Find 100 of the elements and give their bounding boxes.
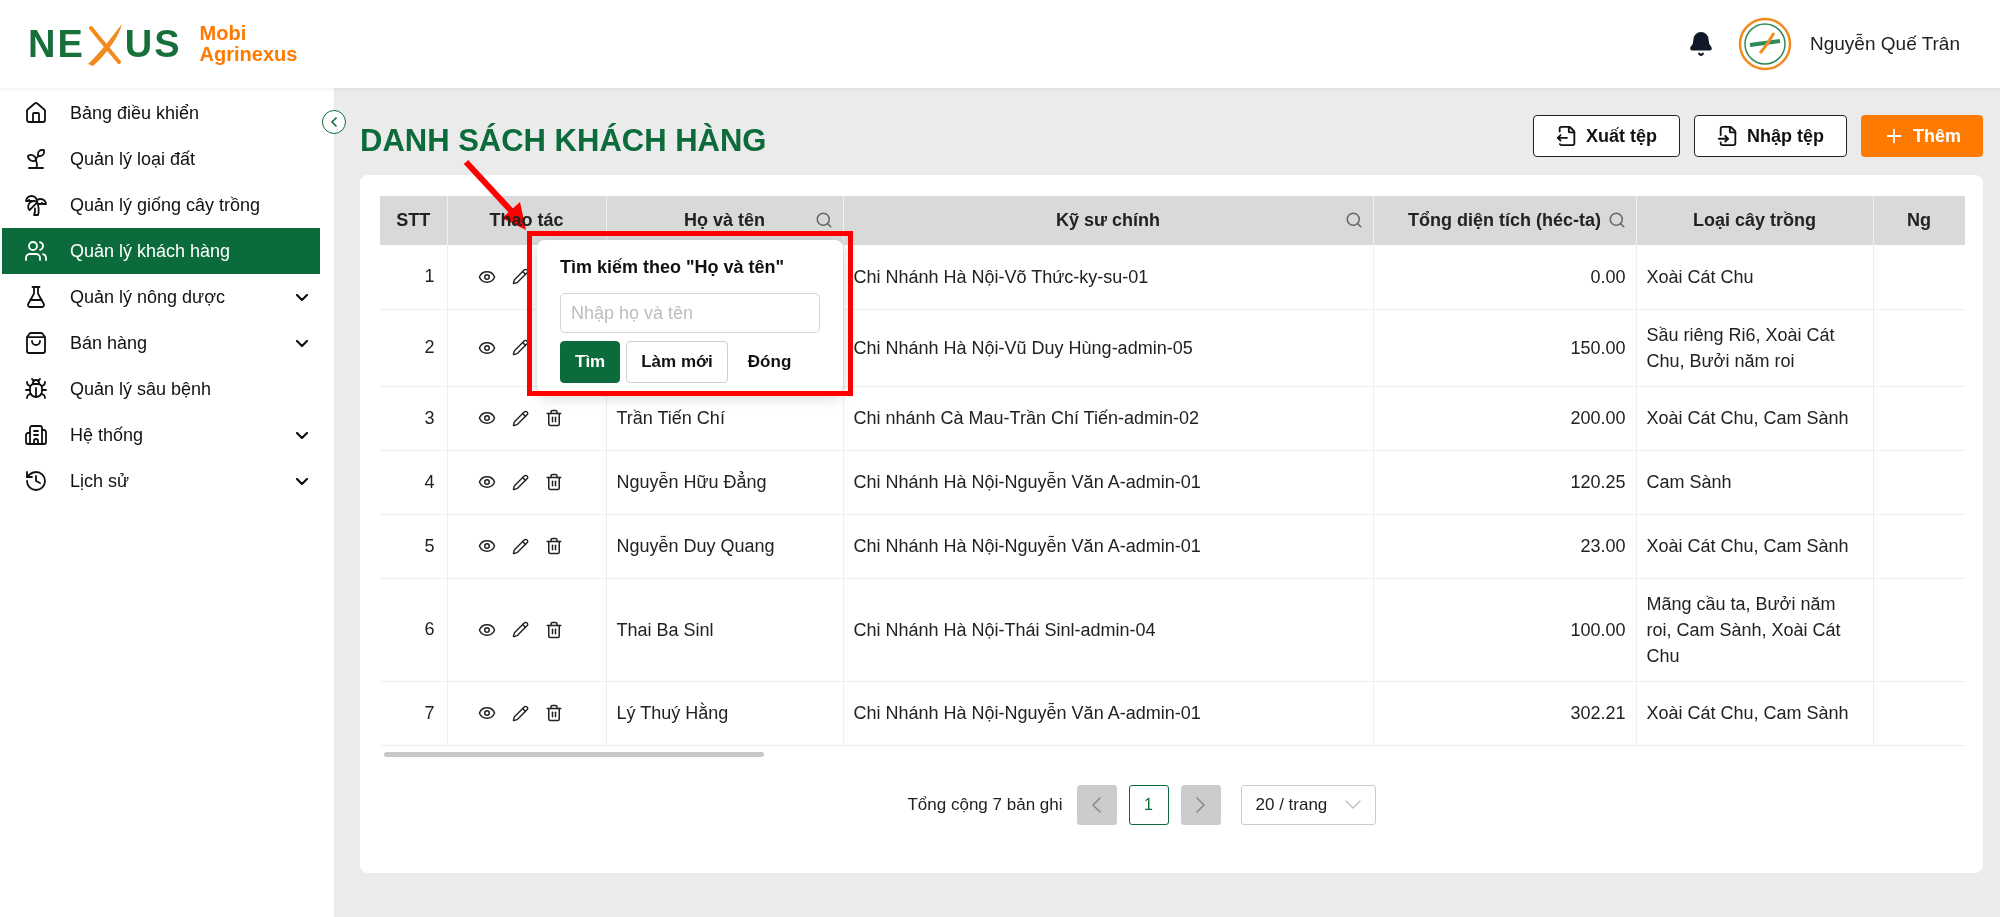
sidebar-item[interactable]: Quản lý khách hàng [2, 228, 320, 274]
table-cell: 1 [380, 245, 447, 309]
trash-icon[interactable] [544, 473, 563, 491]
sidebar-item[interactable]: Hệ thống [2, 412, 320, 458]
file-export-icon [1555, 125, 1578, 147]
collapse-sidebar-button[interactable] [322, 110, 346, 134]
chevron-right-icon [1196, 796, 1205, 813]
table-cell: 4 [380, 450, 447, 514]
notification-bell-icon[interactable] [1688, 31, 1714, 57]
table-cell: Nguyễn Hữu Đẳng [606, 450, 843, 514]
table-cell: 2 [380, 309, 447, 386]
table-cell: Chi nhánh Cà Mau-Trần Chí Tiến-admin-02 [843, 386, 1373, 450]
file-import-icon [1716, 125, 1739, 147]
page-title: DANH SÁCH KHÁCH HÀNG [360, 121, 767, 160]
name-search-field[interactable]: Nhập họ và tên [560, 293, 820, 333]
eye-icon[interactable] [477, 473, 496, 491]
table-cell: Xoài Cát Chu, Cam Sành [1636, 681, 1873, 745]
chevron-down-icon [296, 477, 308, 485]
eye-icon[interactable] [477, 537, 496, 555]
bag-icon [24, 331, 48, 355]
table-cell: 302.21 [1373, 681, 1636, 745]
pencil-icon[interactable] [511, 473, 529, 491]
table-cell: Mãng cầu ta, Bưởi năm roi, Cam Sành, Xoài Cát Chu [1636, 578, 1873, 681]
chevron-down-icon [296, 293, 308, 301]
bug-icon [24, 377, 48, 401]
pencil-icon[interactable] [511, 537, 529, 555]
pencil-icon[interactable] [511, 704, 529, 722]
table-cell: Sầu riêng Ri6, Xoài Cát Chu, Bưởi năm roi [1636, 309, 1873, 386]
search-icon[interactable] [1344, 211, 1363, 229]
sidebar-item[interactable]: Bán hàng [2, 320, 320, 366]
page-size-select[interactable]: 20 / trang [1240, 784, 1376, 825]
table-cell: 3 [380, 386, 447, 450]
user-name[interactable]: Nguyễn Quế Trân [1810, 29, 1960, 59]
pencil-icon[interactable] [511, 268, 529, 286]
table-cell: Lý Thuý Hằng [606, 681, 843, 745]
building-icon [24, 423, 48, 447]
flask-icon [24, 285, 48, 309]
reset-button[interactable]: Làm mới [626, 341, 728, 383]
table-cell: 100.00 [1373, 578, 1636, 681]
chevron-left-icon [1092, 796, 1101, 813]
popup-title: Tìm kiếm theo "Họ và tên" [560, 256, 786, 279]
pencil-icon[interactable] [511, 621, 529, 638]
export-button[interactable]: Xuất tệp [1532, 115, 1680, 157]
column-header: STT [380, 196, 447, 245]
table-cell: 150.00 [1373, 309, 1636, 386]
search-icon[interactable] [1607, 211, 1626, 229]
search-button[interactable]: Tìm [560, 341, 621, 383]
sidebar-item[interactable]: Quản lý nông dược [2, 274, 320, 320]
pencil-icon[interactable] [511, 339, 529, 356]
table-cell: 5 [380, 514, 447, 578]
close-button[interactable]: Đóng [733, 341, 806, 383]
column-header: Ng [1873, 196, 1965, 245]
table-cell: Xoài Cát Chu, Cam Sành [1636, 514, 1873, 578]
table-cell: Chi Nhánh Hà Nội-Nguyễn Văn A-admin-01 [843, 514, 1373, 578]
table-cell: 200.00 [1373, 386, 1636, 450]
brand-name: Agrinexus [199, 44, 298, 65]
column-header[interactable]: Tổng diện tích (héc-ta) [1373, 196, 1636, 245]
sidebar-item[interactable]: Quản lý loại đất [2, 136, 320, 182]
trash-icon[interactable] [544, 537, 563, 555]
column-header: Loại cây trồng [1636, 196, 1873, 245]
table-cell: Xoài Cát Chu [1636, 245, 1873, 309]
total-records: Tổng cộng 7 bản ghi [907, 793, 1063, 816]
trash-icon[interactable] [544, 409, 563, 427]
table-cell: Chi Nhánh Hà Nội-Nguyễn Văn A-admin-01 [843, 681, 1373, 745]
table-cell: 6 [380, 578, 447, 681]
column-header[interactable]: Kỹ sư chính [843, 196, 1373, 245]
sidebar-item[interactable]: Quản lý sâu bệnh [2, 366, 320, 412]
house-icon [24, 101, 48, 125]
table-cell: 0.00 [1373, 245, 1636, 309]
horizontal-scrollbar[interactable] [384, 751, 764, 757]
pencil-icon[interactable] [511, 409, 529, 427]
chevron-down-icon [296, 431, 308, 439]
palm-tree-icon [24, 193, 48, 217]
users-icon [24, 239, 48, 263]
brand-name: Mobi [199, 23, 248, 44]
sidebar-item[interactable]: Bảng điều khiển [2, 90, 320, 136]
trash-icon[interactable] [544, 620, 563, 639]
eye-icon[interactable] [477, 704, 496, 722]
import-button[interactable]: Nhập tệp [1693, 115, 1847, 157]
logo-text: NE [28, 25, 85, 63]
avatar[interactable] [1738, 17, 1792, 71]
table-cell: Thai Ba Sinl [606, 578, 843, 681]
table-cell: Nguyễn Duy Quang [606, 514, 843, 578]
table-cell: Chi Nhánh Hà Nội-Nguyễn Văn A-admin-01 [843, 450, 1373, 514]
chevron-down-icon [1344, 800, 1361, 809]
table-cell: 23.00 [1373, 514, 1636, 578]
logo-text: US [124, 25, 182, 63]
trash-icon[interactable] [544, 704, 563, 722]
sprout-icon [24, 147, 48, 171]
table-cell: Xoài Cát Chu, Cam Sành [1636, 386, 1873, 450]
table-cell: 7 [380, 681, 447, 745]
sidebar-item[interactable]: Lịch sử [2, 458, 320, 504]
sidebar-item[interactable]: Quản lý giống cây trồng [2, 182, 320, 228]
search-icon[interactable] [814, 211, 833, 229]
eye-icon[interactable] [477, 409, 496, 427]
table-cell: Chi Nhánh Hà Nội-Thái Sinl-admin-04 [843, 578, 1373, 681]
table-cell: 120.25 [1373, 450, 1636, 514]
chevron-down-icon [296, 339, 308, 347]
history-icon [24, 469, 48, 493]
page-button[interactable]: 1 [1128, 784, 1169, 825]
